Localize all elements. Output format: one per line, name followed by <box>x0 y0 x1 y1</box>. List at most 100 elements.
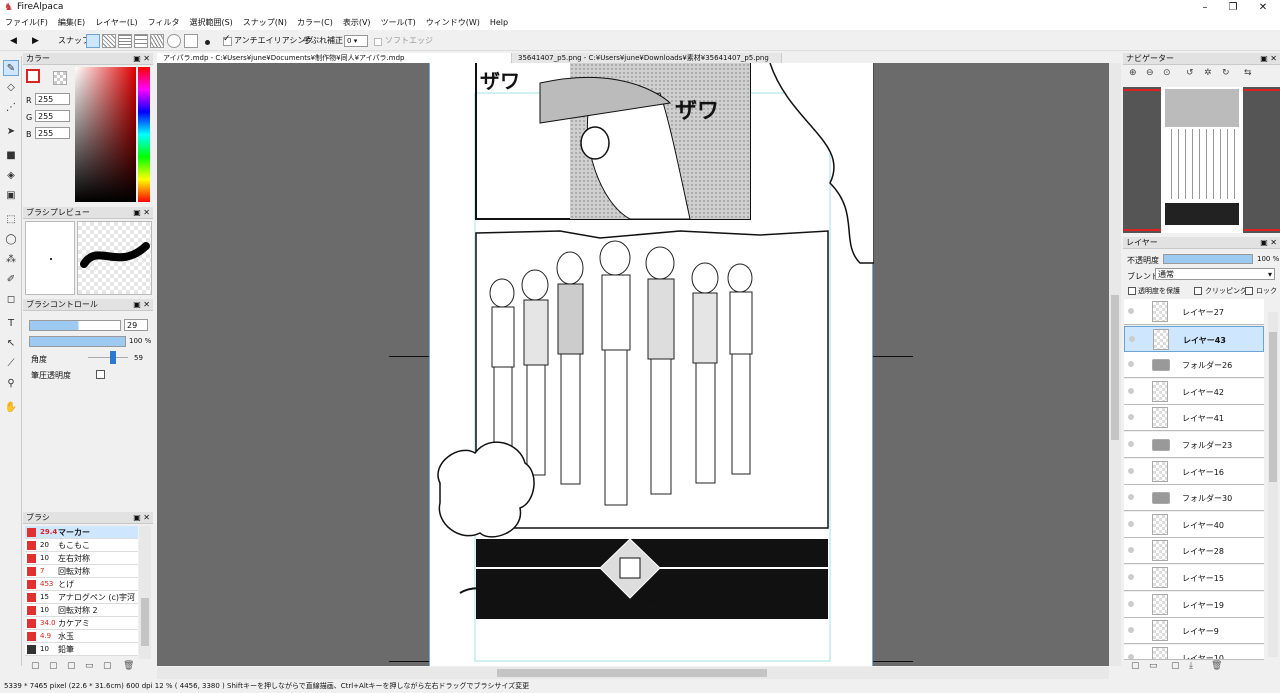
visibility-icon[interactable] <box>1128 308 1134 314</box>
menu-item[interactable]: ファイル(F) <box>0 16 53 30</box>
brush-item[interactable]: 4.9 水玉 <box>25 630 138 643</box>
merge-layer-icon[interactable]: ⤓ <box>1189 661 1193 671</box>
brush-item[interactable]: 10 鉛筆 <box>25 643 138 656</box>
visibility-icon[interactable] <box>1128 361 1134 368</box>
edit-brush-icon[interactable]: ▢ <box>67 661 76 671</box>
gradient-tool-icon[interactable]: ▣ <box>3 188 19 204</box>
bucket-tool-icon[interactable]: ◈ <box>3 168 19 184</box>
panel-close-icon[interactable]: ▣ ✕ <box>133 512 150 524</box>
layer-row[interactable]: フォルダー30 <box>1124 485 1264 512</box>
hand-tool-icon[interactable]: ✋ <box>3 400 19 416</box>
layer-row[interactable]: フォルダー23 <box>1124 432 1264 458</box>
menu-item[interactable]: 編集(E) <box>53 16 90 30</box>
softedge-checkbox[interactable] <box>374 38 382 46</box>
b-input[interactable]: 255 <box>35 127 70 139</box>
dot-tool-icon[interactable]: ⋰ <box>3 100 19 116</box>
snap-off-icon[interactable] <box>86 34 100 48</box>
brush-item[interactable]: 7 回転対称 <box>25 565 138 578</box>
visibility-icon[interactable] <box>1129 335 1135 342</box>
select-tool-icon[interactable]: ⬚ <box>3 212 19 228</box>
visibility-icon[interactable] <box>1128 627 1134 634</box>
brush-folder-icon[interactable]: ▭ <box>85 661 94 671</box>
select-pen-icon[interactable]: ✐ <box>3 272 19 288</box>
angle-slider-thumb[interactable] <box>110 351 116 364</box>
flip-icon[interactable]: ⇆ <box>1244 68 1252 78</box>
zoom-in-icon[interactable]: ⊕ <box>1129 68 1137 78</box>
horizontal-scroll-thumb[interactable] <box>497 669 767 677</box>
maximize-button[interactable]: ❐ <box>1218 0 1248 16</box>
brush-size-slider[interactable] <box>29 320 121 331</box>
move-tool-icon[interactable]: ➤ <box>3 124 19 140</box>
rotate-reset-icon[interactable]: ✲ <box>1204 68 1212 78</box>
snap-parallel-icon[interactable] <box>102 34 116 48</box>
layer-row[interactable]: レイヤー27 <box>1124 299 1264 325</box>
delete-layer-icon[interactable]: 🗑 <box>1211 661 1222 671</box>
layer-row[interactable]: レイヤー43 <box>1124 325 1264 352</box>
layer-row[interactable]: レイヤー10 <box>1124 644 1264 660</box>
menu-item[interactable]: レイヤー(L) <box>90 16 142 30</box>
panel-close-icon[interactable]: ▣ ✕ <box>133 53 150 65</box>
layer-row[interactable]: レイヤー42 <box>1124 378 1264 405</box>
manga-page[interactable]: ザワ ザワ <box>429 63 875 666</box>
navigator-thumbnail[interactable] <box>1123 87 1280 233</box>
panel-close-icon[interactable]: ▣ ✕ <box>133 207 150 219</box>
layer-row[interactable]: レイヤー19 <box>1124 591 1264 618</box>
brush-item[interactable]: 453 とげ <box>25 578 138 591</box>
new-layer-icon[interactable]: ▢ <box>1131 661 1140 671</box>
menu-item[interactable]: Help <box>485 16 513 30</box>
eyedropper-icon[interactable]: ⚲ <box>3 376 19 392</box>
transparent-color-swatch[interactable] <box>53 71 67 85</box>
panel-close-icon[interactable]: ▣ ✕ <box>133 299 150 311</box>
new-brush-icon[interactable]: ▢ <box>31 661 40 671</box>
layer-row[interactable]: レイヤー15 <box>1124 565 1264 591</box>
snap-horizontal-icon[interactable] <box>134 34 148 48</box>
canvas-area[interactable]: ザワ ザワ <box>157 63 1109 666</box>
snap-circle-icon[interactable] <box>167 34 181 48</box>
duplicate-layer-icon[interactable]: ▢ <box>1171 661 1180 671</box>
layer-row[interactable]: レイヤー28 <box>1124 538 1264 565</box>
blend-select[interactable]: 通常 ▾ <box>1155 268 1275 280</box>
menu-item[interactable]: カラー(C) <box>292 16 338 30</box>
menu-item[interactable]: 表示(V) <box>338 16 376 30</box>
divide-tool-icon[interactable]: ⟋ <box>3 356 19 372</box>
visibility-icon[interactable] <box>1128 653 1134 659</box>
brush-item[interactable]: 20 もこもこ <box>25 539 138 552</box>
snap-curve-icon[interactable] <box>184 34 198 48</box>
visibility-icon[interactable] <box>1128 414 1134 421</box>
new-folder-icon[interactable]: ▭ <box>1149 661 1158 671</box>
brush-item[interactable]: 34.0 カケアミ <box>25 617 138 630</box>
brush-item[interactable]: 10 左右対称 <box>25 552 138 565</box>
menu-item[interactable]: ツール(T) <box>376 16 421 30</box>
panel-close-icon[interactable]: ▣ ✕ <box>1260 53 1277 65</box>
visibility-icon[interactable] <box>1128 467 1134 474</box>
brush-item[interactable]: 29.4 マーカー <box>25 526 138 539</box>
rotate-left-icon[interactable]: ↺ <box>1186 68 1194 78</box>
lasso-tool-icon[interactable]: ◯ <box>3 232 19 248</box>
visibility-icon[interactable] <box>1128 547 1134 554</box>
minimize-button[interactable]: – <box>1190 0 1220 16</box>
horizontal-scrollbar[interactable] <box>157 667 1109 679</box>
pen-tool-icon[interactable]: ✎ <box>3 60 19 76</box>
brush-item[interactable]: 15アナログペン (c)宇河弘樹 <box>25 591 138 615</box>
delete-brush-icon[interactable]: 🗑 <box>123 661 134 671</box>
visibility-icon[interactable] <box>1128 600 1134 607</box>
close-button[interactable]: ✕ <box>1248 0 1278 16</box>
visibility-icon[interactable] <box>1128 520 1134 527</box>
brush-size-input[interactable]: 29 <box>124 319 148 331</box>
eraser-tool-icon[interactable]: ◇ <box>3 80 19 96</box>
select-eraser-icon[interactable]: ◻ <box>3 292 19 308</box>
layers-scrollbar[interactable] <box>1268 312 1278 657</box>
redo-icon[interactable]: ▶ <box>32 33 39 49</box>
vertical-scrollbar[interactable] <box>1109 63 1121 666</box>
g-input[interactable]: 255 <box>35 110 70 122</box>
undo-icon[interactable]: ◀ <box>10 33 17 49</box>
menu-item[interactable]: スナップ(N) <box>238 16 292 30</box>
snap-grid-icon[interactable] <box>118 34 132 48</box>
text-tool-icon[interactable]: T <box>3 316 19 332</box>
dot-icon[interactable] <box>205 40 210 45</box>
vertical-scroll-thumb[interactable] <box>1111 295 1119 440</box>
menu-item[interactable]: ウィンドウ(W) <box>421 16 485 30</box>
stabilizer-select[interactable]: 0 ▾ <box>344 35 368 47</box>
saturation-value-picker[interactable] <box>75 67 136 202</box>
brush-list-scrollbar[interactable] <box>139 526 151 659</box>
